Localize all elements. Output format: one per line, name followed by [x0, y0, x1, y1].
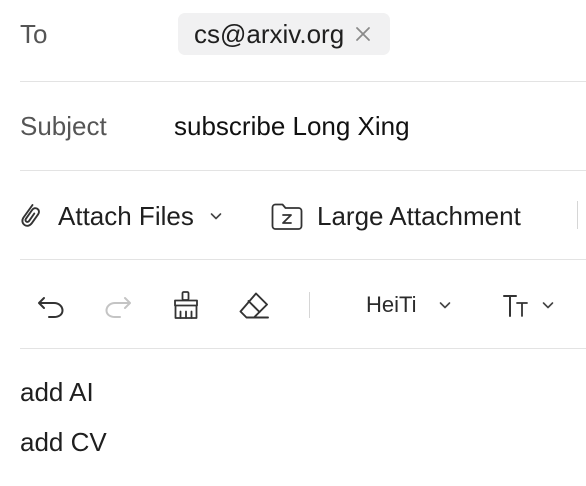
remove-recipient-icon[interactable] [354, 25, 372, 43]
eraser-icon[interactable] [236, 288, 272, 322]
formatting-toolbar: HeiTi [0, 260, 586, 348]
subject-row: Subject subscribe Long Xing [0, 82, 586, 170]
toolbar-separator [577, 201, 578, 229]
subject-input[interactable]: subscribe Long Xing [174, 111, 410, 141]
large-attachment-button[interactable]: Large Attachment [270, 199, 521, 233]
to-row: To cs@arxiv.org [0, 0, 586, 81]
folder-icon [270, 201, 304, 231]
subject-label: Subject [20, 111, 107, 141]
recipient-chip[interactable]: cs@arxiv.org [178, 13, 391, 55]
font-family-value: HeiTi [366, 292, 417, 317]
font-size-select[interactable] [502, 288, 556, 322]
large-attachment-label: Large Attachment [317, 201, 521, 231]
format-painter-icon[interactable] [169, 288, 203, 322]
to-label: To [20, 19, 48, 49]
attachment-row: Attach Files Large Attachment [0, 171, 586, 259]
chevron-down-icon [208, 208, 224, 224]
chevron-down-icon [437, 297, 453, 313]
toolbar-separator [309, 292, 310, 318]
recipient-address: cs@arxiv.org [194, 19, 345, 49]
attach-files-label: Attach Files [58, 201, 194, 231]
font-size-icon [502, 291, 530, 319]
chevron-down-icon [540, 297, 556, 313]
message-body[interactable]: add AI add CV [0, 349, 586, 486]
paperclip-icon [20, 200, 44, 232]
body-line: add AI [20, 377, 94, 407]
attach-files-button[interactable]: Attach Files [20, 199, 224, 233]
font-family-select[interactable]: HeiTi [366, 288, 453, 322]
body-line: add CV [20, 427, 107, 457]
undo-icon[interactable] [34, 288, 68, 322]
redo-icon[interactable] [101, 288, 135, 322]
